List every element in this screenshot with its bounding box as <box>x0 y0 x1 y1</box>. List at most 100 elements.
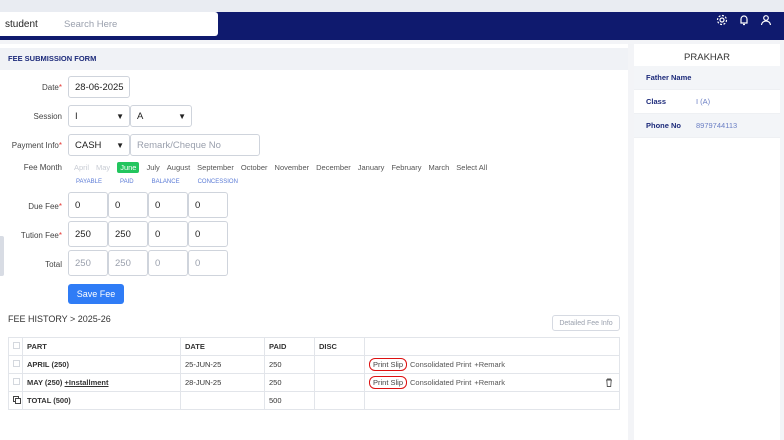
select-all-checkbox[interactable] <box>8 337 23 356</box>
row-date: 28-JUN-25 <box>180 373 265 392</box>
row-actions: Print Slip Consolidated Print +Remark <box>364 355 620 374</box>
detailed-fee-info-button[interactable]: Detailed Fee Info <box>552 315 620 331</box>
date-field[interactable]: 28-06-2025 <box>68 76 130 98</box>
add-remark-button[interactable]: +Remark <box>474 378 505 387</box>
topbar-strip <box>0 0 784 12</box>
concession-label: CONCESSION <box>197 179 238 185</box>
fee-month-label: Fee Month <box>23 163 62 172</box>
month-june[interactable]: June <box>117 162 140 173</box>
month-november[interactable]: November <box>275 163 310 172</box>
month-august[interactable]: August <box>167 163 190 172</box>
select-all-months[interactable]: Select All <box>456 163 487 172</box>
tution-payable[interactable]: 250 <box>68 221 108 247</box>
father-name-label: Father Name <box>646 73 692 82</box>
month-march[interactable]: March <box>428 163 449 172</box>
month-january[interactable]: January <box>358 163 385 172</box>
row-disc <box>314 355 365 374</box>
total-part: TOTAL (500) <box>22 391 181 410</box>
tution-fee-label: Tution Fee* <box>20 231 62 240</box>
search-box[interactable]: student Search Here <box>0 12 218 36</box>
total-payable: 250 <box>68 250 108 276</box>
due-fee-label: Due Fee* <box>28 202 62 211</box>
installment-link[interactable]: +Installment <box>65 378 109 387</box>
total-date <box>180 391 265 410</box>
collapse-handle[interactable] <box>0 236 4 276</box>
table-row: MAY (250) +Installment 28-JUN-25 250 Pri… <box>8 373 620 392</box>
date-label: Date* <box>41 83 62 92</box>
search-type-select[interactable]: student <box>0 19 56 30</box>
settings-icon[interactable] <box>716 14 728 26</box>
row-checkbox[interactable] <box>13 378 20 385</box>
total-actions <box>364 391 620 410</box>
month-selector: April May June July August September Oct… <box>74 162 487 173</box>
table-total-row: TOTAL (500) 500 <box>8 391 620 410</box>
consolidated-print-button[interactable]: Consolidated Print <box>410 378 471 387</box>
total-concession: 0 <box>188 250 228 276</box>
tution-concession[interactable]: 0 <box>188 221 228 247</box>
due-payable[interactable]: 0 <box>68 192 108 218</box>
total-paid: 500 <box>264 391 315 410</box>
consolidated-print-button[interactable]: Consolidated Print <box>410 360 471 369</box>
trash-icon[interactable] <box>605 378 613 389</box>
paid-label: PAID <box>120 179 134 185</box>
print-slip-button[interactable]: Print Slip <box>369 358 408 371</box>
due-concession[interactable]: 0 <box>188 192 228 218</box>
balance-label: BALANCE <box>151 179 180 185</box>
row-date: 25-JUN-25 <box>180 355 265 374</box>
month-april[interactable]: April <box>74 163 89 172</box>
row-paid: 250 <box>264 373 315 392</box>
fee-history-table: PART DATE PAID DISC APRIL (250) 25-JUN-2… <box>8 337 620 410</box>
tution-balance[interactable]: 0 <box>148 221 188 247</box>
col-part: PART <box>22 337 181 356</box>
chevron-down-icon: ▼ <box>116 112 124 121</box>
class-label: Class <box>646 97 667 106</box>
payable-label: PAYABLE <box>76 179 103 185</box>
phone-value: 8979744113 <box>696 121 738 130</box>
student-field-row: Class I (A) <box>634 90 780 114</box>
table-header-row: PART DATE PAID DISC <box>8 337 620 356</box>
student-field-row: Father Name <box>634 66 780 90</box>
checkbox-icon[interactable] <box>13 342 20 349</box>
payment-mode-select[interactable]: CASH ▼ <box>68 134 130 156</box>
row-checkbox[interactable] <box>13 360 20 367</box>
user-icon[interactable] <box>760 14 772 26</box>
total-balance: 0 <box>148 250 188 276</box>
month-december[interactable]: December <box>316 163 351 172</box>
month-july[interactable]: July <box>146 163 159 172</box>
col-date: DATE <box>180 337 265 356</box>
total-disc <box>314 391 365 410</box>
remark-input[interactable]: Remark/Cheque No <box>130 134 260 156</box>
student-info-panel: PRAKHAR Father Name Class I (A) Phone No… <box>634 44 780 440</box>
chevron-down-icon: ▼ <box>178 112 186 121</box>
top-icons <box>716 14 772 26</box>
form-title: FEE SUBMISSION FORM <box>0 48 628 70</box>
row-disc <box>314 373 365 392</box>
month-september[interactable]: September <box>197 163 234 172</box>
student-name: PRAKHAR <box>684 52 730 63</box>
fee-form-panel: FEE SUBMISSION FORM Date* 28-06-2025 Ses… <box>0 44 628 440</box>
total-label: Total <box>45 260 62 269</box>
due-balance[interactable]: 0 <box>148 192 188 218</box>
bell-icon[interactable] <box>738 14 750 26</box>
add-remark-button[interactable]: +Remark <box>474 360 505 369</box>
due-paid[interactable]: 0 <box>108 192 148 218</box>
class-value: I (A) <box>696 97 711 106</box>
fee-history-title: FEE HISTORY > 2025-26 <box>8 314 111 324</box>
phone-label: Phone No <box>646 121 681 130</box>
tution-paid[interactable]: 250 <box>108 221 148 247</box>
month-october[interactable]: October <box>241 163 268 172</box>
session-select[interactable]: I ▼ <box>68 105 130 127</box>
table-row: APRIL (250) 25-JUN-25 250 Print Slip Cons… <box>8 355 620 374</box>
copy-icon <box>8 391 23 410</box>
month-february[interactable]: February <box>391 163 421 172</box>
chevron-down-icon: ▼ <box>116 141 124 150</box>
search-input[interactable]: Search Here <box>56 19 117 30</box>
col-paid: PAID <box>264 337 315 356</box>
row-actions: Print Slip Consolidated Print +Remark <box>364 373 620 392</box>
save-fee-button[interactable]: Save Fee <box>68 284 124 304</box>
row-paid: 250 <box>264 355 315 374</box>
section-select[interactable]: A ▼ <box>130 105 192 127</box>
month-may[interactable]: May <box>96 163 110 172</box>
col-actions <box>364 337 620 356</box>
print-slip-button[interactable]: Print Slip <box>369 376 408 389</box>
